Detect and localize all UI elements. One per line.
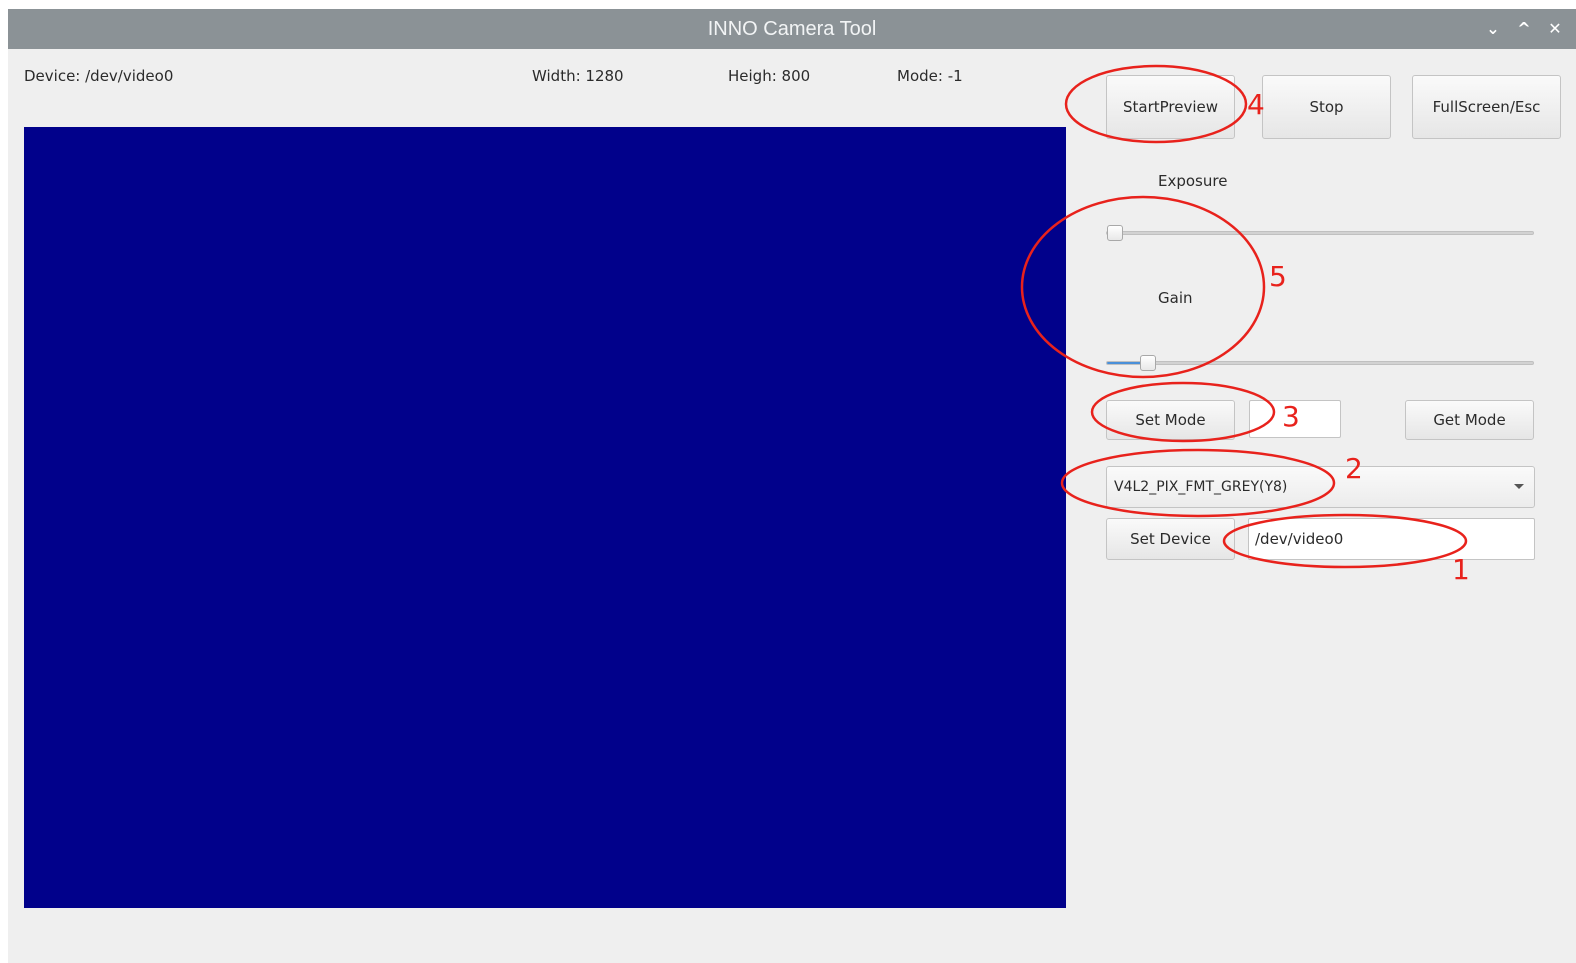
format-select[interactable]: V4L2_PIX_FMT_GREY(Y8) [1106,466,1535,508]
annotation-number-2: 2 [1345,452,1363,485]
camera-preview [24,127,1066,908]
mode-info-label: Mode: -1 [897,67,963,85]
get-mode-button[interactable]: Get Mode [1405,400,1534,440]
width-info-label: Width: 1280 [532,67,624,85]
close-icon[interactable]: ✕ [1544,18,1566,40]
chevron-down-icon [1514,484,1524,489]
annotation-number-3: 3 [1282,400,1300,433]
start-preview-button[interactable]: StartPreview [1106,75,1235,139]
gain-slider-handle[interactable] [1139,355,1156,371]
annotation-number-4: 4 [1247,88,1265,121]
annotation-number-1: 1 [1452,553,1470,586]
format-select-value: V4L2_PIX_FMT_GREY(Y8) [1114,479,1288,495]
exposure-slider[interactable] [1106,225,1534,241]
maximize-icon[interactable]: ^ [1513,18,1535,40]
device-info-label: Device: /dev/video0 [24,67,174,85]
height-info-label: Heigh: 800 [728,67,811,85]
minimize-icon[interactable]: ⌄ [1482,18,1504,40]
exposure-slider-handle[interactable] [1107,225,1123,241]
device-input[interactable]: /dev/video0 [1248,518,1535,560]
gain-label: Gain [1158,289,1193,307]
fullscreen-button[interactable]: FullScreen/Esc [1412,75,1561,139]
stop-button[interactable]: Stop [1262,75,1391,139]
gain-slider[interactable] [1106,355,1534,371]
app-window: INNO Camera Tool ⌄ ^ ✕ Device: /dev/vide… [8,9,1576,963]
annotation-number-5: 5 [1269,260,1287,293]
set-mode-button[interactable]: Set Mode [1106,400,1235,440]
window-title: INNO Camera Tool [707,18,877,40]
title-bar[interactable]: INNO Camera Tool ⌄ ^ ✕ [8,9,1576,49]
set-device-button[interactable]: Set Device [1106,518,1235,560]
exposure-label: Exposure [1158,172,1228,190]
